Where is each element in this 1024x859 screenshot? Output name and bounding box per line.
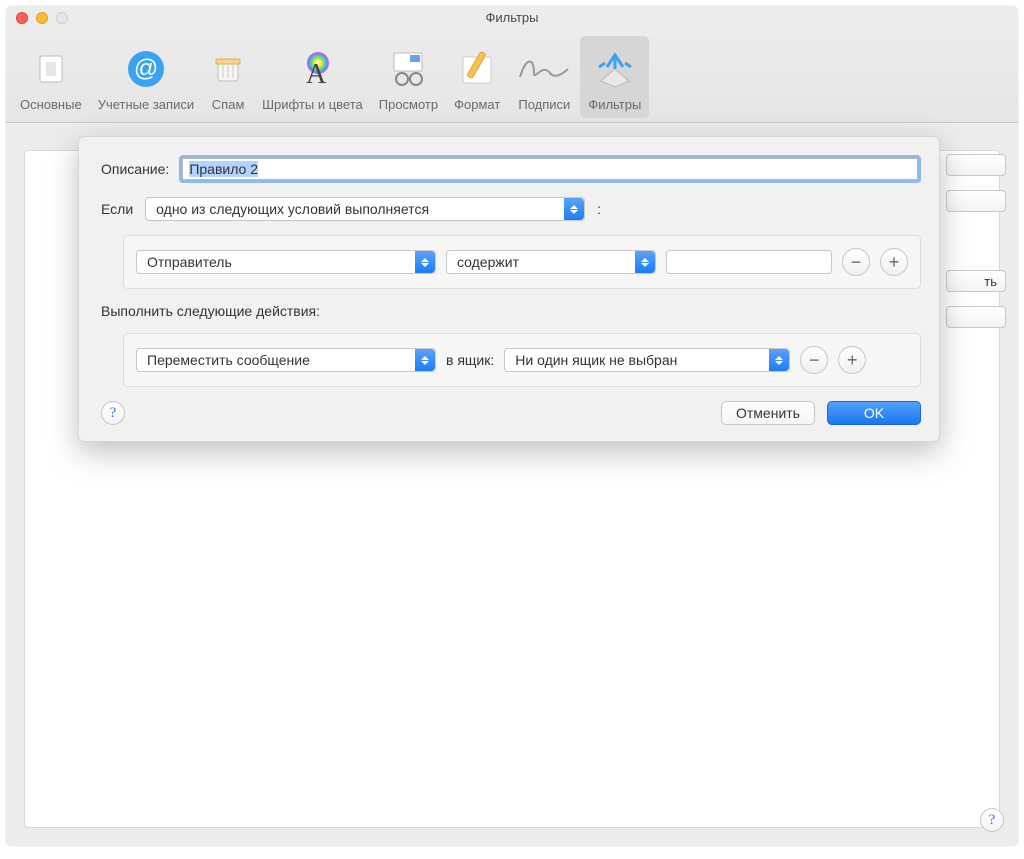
preferences-window: Фильтры Основные @ Учетные записи Спам	[6, 6, 1018, 846]
minimize-icon[interactable]	[36, 12, 48, 24]
sheet-footer: ? Отменить OK	[101, 401, 921, 425]
side-button-partial-2[interactable]	[946, 190, 1006, 212]
tab-label: Формат	[454, 97, 500, 112]
signature-icon	[516, 47, 572, 91]
popup-value: Отправитель	[147, 254, 232, 270]
zoom-icon	[56, 12, 68, 24]
description-row: Описание: Правило 2	[101, 155, 921, 183]
rules-icon	[595, 47, 635, 91]
action-verb-popup[interactable]: Переместить сообщение	[136, 348, 436, 372]
at-icon: @	[126, 47, 166, 91]
ok-button[interactable]: OK	[827, 401, 921, 425]
actions-header: Выполнить следующие действия:	[101, 303, 921, 319]
popup-value: Ни один ящик не выбран	[515, 352, 677, 368]
window-title: Фильтры	[485, 10, 538, 25]
window-controls	[16, 12, 68, 24]
chevron-updown-icon	[564, 198, 584, 220]
condition-operator-popup[interactable]: содержит	[446, 250, 656, 274]
minus-icon: −	[851, 252, 862, 273]
condition-mode-popup[interactable]: одно из следующих условий выполняется	[145, 197, 585, 221]
general-icon	[34, 47, 68, 91]
tab-label: Основные	[20, 97, 82, 112]
condition-field-popup[interactable]: Отправитель	[136, 250, 436, 274]
side-buttons: ть	[946, 154, 1006, 328]
plus-icon: +	[889, 252, 900, 273]
if-row: Если одно из следующих условий выполняет…	[101, 197, 921, 221]
popup-value: одно из следующих условий выполняется	[156, 201, 429, 217]
chevron-updown-icon	[415, 251, 435, 273]
pane-help: ?	[980, 808, 1004, 832]
tab-fonts-colors[interactable]: A Шрифты и цвета	[254, 36, 371, 118]
tab-composing[interactable]: Формат	[446, 36, 508, 118]
tab-label: Шрифты и цвета	[262, 97, 363, 112]
side-button-partial-3[interactable]: ть	[946, 270, 1006, 292]
colon: :	[597, 201, 601, 217]
chevron-updown-icon	[769, 349, 789, 371]
tab-label: Фильтры	[588, 97, 641, 112]
help-button[interactable]: ?	[101, 401, 125, 425]
actions-group: Переместить сообщение в ящик: Ни один ящ…	[123, 333, 921, 387]
tab-viewing[interactable]: Просмотр	[371, 36, 446, 118]
tab-label: Спам	[212, 97, 245, 112]
svg-text:A: A	[306, 59, 327, 89]
preferences-toolbar: Основные @ Учетные записи Спам A Шрифты	[6, 28, 1018, 123]
tab-rules[interactable]: Фильтры	[580, 36, 649, 118]
conditions-group: Отправитель содержит − +	[123, 235, 921, 289]
svg-text:@: @	[134, 55, 158, 82]
titlebar: Фильтры	[6, 6, 1018, 28]
tab-accounts[interactable]: @ Учетные записи	[90, 36, 202, 118]
fonts-icon: A	[292, 47, 332, 91]
tab-label: Подписи	[518, 97, 570, 112]
add-action-button[interactable]: +	[838, 346, 866, 374]
tab-label: Учетные записи	[98, 97, 194, 112]
to-mailbox-label: в ящик:	[446, 352, 494, 368]
condition-value-input[interactable]	[666, 250, 832, 274]
side-button-partial-1[interactable]	[946, 154, 1006, 176]
actions-label: Выполнить следующие действия:	[101, 303, 320, 319]
tab-label: Просмотр	[379, 97, 438, 112]
chevron-updown-icon	[635, 251, 655, 273]
popup-value: содержит	[457, 254, 519, 270]
remove-condition-button[interactable]: −	[842, 248, 870, 276]
rule-editor-sheet: Описание: Правило 2 Если одно из следующ…	[78, 136, 940, 442]
close-icon[interactable]	[16, 12, 28, 24]
help-icon: ?	[110, 405, 117, 422]
help-button[interactable]: ?	[980, 808, 1004, 832]
description-label: Описание:	[101, 161, 169, 177]
viewing-icon	[388, 47, 428, 91]
side-button-partial-4[interactable]	[946, 306, 1006, 328]
popup-value: Переместить сообщение	[147, 352, 310, 368]
tab-general[interactable]: Основные	[12, 36, 90, 118]
description-focus-ring: Правило 2	[179, 155, 921, 183]
chevron-updown-icon	[415, 349, 435, 371]
add-condition-button[interactable]: +	[880, 248, 908, 276]
remove-action-button[interactable]: −	[800, 346, 828, 374]
cancel-button[interactable]: Отменить	[721, 401, 815, 425]
compose-icon	[459, 47, 495, 91]
tab-junk[interactable]: Спам	[202, 36, 254, 118]
minus-icon: −	[809, 350, 820, 371]
action-target-popup[interactable]: Ни один ящик не выбран	[504, 348, 790, 372]
content-area: Вк ть Описание: Правило 2 Если одно из с…	[6, 124, 1018, 846]
description-input[interactable]: Правило 2	[182, 158, 918, 180]
tab-signatures[interactable]: Подписи	[508, 36, 580, 118]
trash-icon	[210, 47, 246, 91]
if-label: Если	[101, 201, 133, 217]
help-icon: ?	[989, 812, 996, 829]
plus-icon: +	[847, 350, 858, 371]
